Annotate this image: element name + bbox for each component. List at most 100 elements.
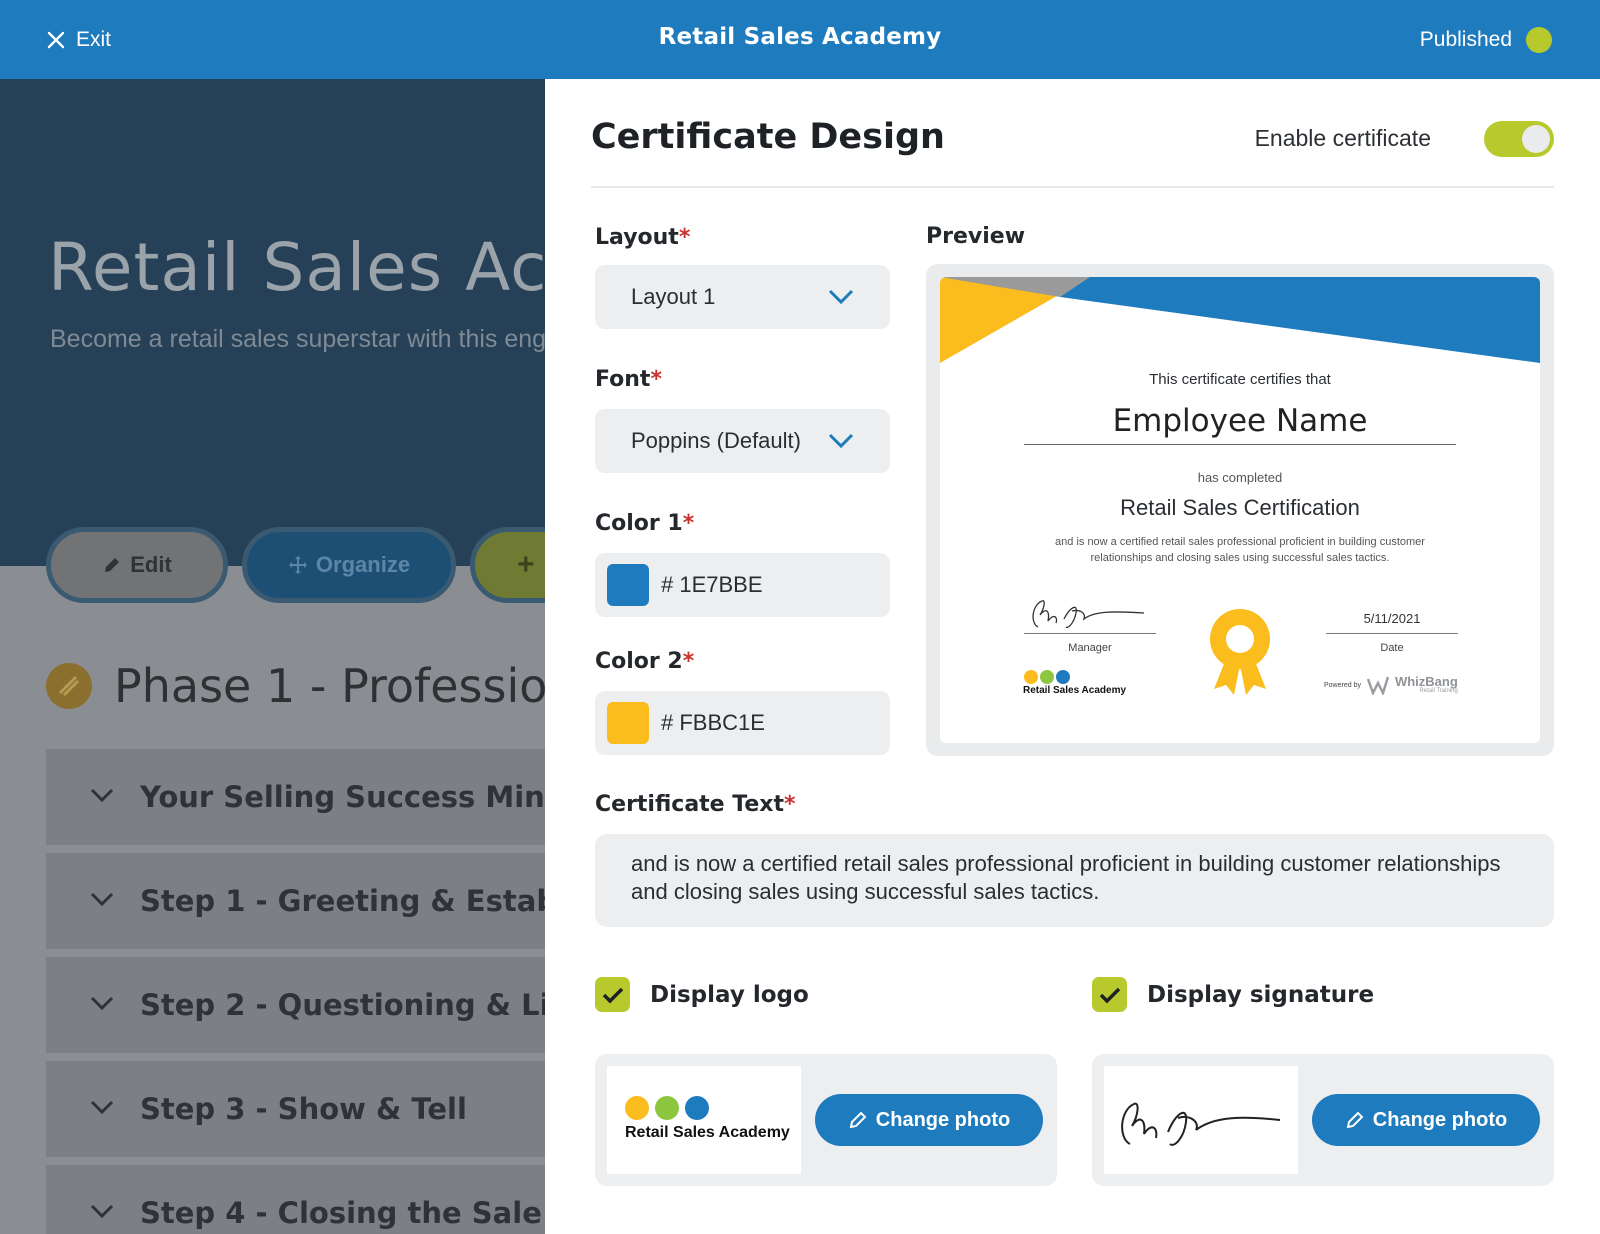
required-mark: * <box>650 367 662 392</box>
required-mark: * <box>678 225 691 250</box>
layout-select[interactable]: Layout 1 <box>595 265 890 329</box>
font-value: Poppins (Default) <box>631 428 801 453</box>
change-signature-photo-button[interactable]: Change photo <box>1312 1094 1540 1146</box>
color1-field[interactable]: # 1E7BBE <box>595 553 890 617</box>
cert-description: and is now a certified retail sales prof… <box>1055 536 1425 564</box>
cert-completed-text: has completed <box>1197 470 1283 485</box>
step-row[interactable]: Your Selling Success Mindset <box>46 749 545 845</box>
required-mark: * <box>682 511 695 536</box>
color2-value: # FBBC1E <box>661 710 765 735</box>
logo-thumbnail: Retail Sales Academy <box>607 1066 801 1174</box>
date-line <box>1326 633 1458 634</box>
top-bar: Exit Retail Sales Academy Published <box>0 0 1600 79</box>
publish-status[interactable]: Published <box>1420 27 1552 53</box>
chevron-down-icon <box>828 289 854 305</box>
organize-button[interactable]: Organize <box>242 527 456 603</box>
academy-logo-icon <box>625 1096 709 1120</box>
layout-value: Layout 1 <box>631 284 716 309</box>
step-row[interactable]: Step 2 - Questioning & Listening <box>46 957 545 1053</box>
display-signature-row: Display signature <box>1092 977 1374 1012</box>
award-ribbon-icon <box>1210 609 1270 695</box>
certificate-design-panel: Certificate Design Enable certificate La… <box>545 79 1600 1234</box>
color1-label: Color 1* <box>595 511 694 536</box>
enable-certificate-toggle[interactable] <box>1484 121 1554 157</box>
required-mark: * <box>783 792 796 817</box>
status-indicator <box>1526 27 1552 53</box>
step-row[interactable]: Step 3 - Show & Tell <box>46 1061 545 1157</box>
step-label: Your Selling Success Mindset <box>140 780 545 814</box>
enable-certificate-label: Enable certificate <box>1254 125 1431 151</box>
brand-name: WhizBang <box>1394 674 1458 689</box>
signature-thumbnail <box>1104 1066 1298 1174</box>
display-logo-row: Display logo <box>595 977 809 1012</box>
powered-by-text: Powered by <box>1324 681 1361 689</box>
certificate-preview: This certificate certifies that Employee… <box>926 264 1554 756</box>
cert-certifies-text: This certificate certifies that <box>1149 371 1331 388</box>
toggle-knob <box>1522 125 1550 153</box>
layout-label-text: Layout <box>595 225 679 250</box>
layout-label: Layout* <box>595 225 690 250</box>
chevron-down-icon <box>828 433 854 449</box>
name-underline <box>1024 444 1456 445</box>
logo-thumbnail-text: Retail Sales Academy <box>625 1124 790 1141</box>
move-icon <box>288 556 307 574</box>
display-signature-checkbox[interactable] <box>1092 977 1127 1012</box>
color2-field[interactable]: # FBBC1E <box>595 691 890 755</box>
certificate-card: This certificate certifies that Employee… <box>940 277 1540 743</box>
signature-icon <box>1032 600 1145 629</box>
powered-by: Powered by WhizBang Retail Training <box>1324 675 1458 695</box>
change-logo-photo-button[interactable]: Change photo <box>815 1094 1043 1146</box>
cert-logo-text: Retail Sales Academy <box>1023 685 1127 696</box>
color1-label-text: Color 1 <box>595 511 683 536</box>
chevron-down-icon <box>90 787 114 808</box>
add-label: + <box>517 548 535 581</box>
font-label-text: Font <box>595 367 651 392</box>
course-page-background: Retail Sales Academy Become a retail sal… <box>0 79 545 1234</box>
divider <box>591 186 1554 188</box>
course-description: Become a retail sales superstar with thi… <box>50 325 545 353</box>
chevron-down-icon <box>90 891 114 912</box>
status-label: Published <box>1419 28 1512 51</box>
app-title: Retail Sales Academy <box>658 24 942 50</box>
chevron-down-icon <box>90 1203 114 1224</box>
color2-swatch[interactable] <box>607 702 649 744</box>
cert-manager-label: Manager <box>1068 642 1112 654</box>
checkmark-icon <box>1099 987 1120 1003</box>
pencil-icon <box>849 1111 867 1129</box>
color1-value: # 1E7BBE <box>661 572 763 597</box>
preview-label: Preview <box>926 224 1026 249</box>
course-title: Retail Sales Academy <box>48 229 545 306</box>
cert-employee-name: Employee Name <box>1112 403 1368 439</box>
signature-line <box>1024 633 1156 634</box>
step-row[interactable]: Step 1 - Greeting & Establishing Rapport <box>46 853 545 949</box>
step-label: Step 1 - Greeting & Establishing Rapport <box>140 884 545 918</box>
pencil-icon <box>1346 1111 1364 1129</box>
color2-label: Color 2* <box>595 649 694 674</box>
display-signature-label: Display signature <box>1147 981 1375 1008</box>
phase-header: Phase 1 - Professional Selling Skills <box>46 659 545 713</box>
edit-button[interactable]: Edit <box>46 527 228 603</box>
step-label: Step 3 - Show & Tell <box>140 1092 467 1126</box>
certificate-text-label-text: Certificate Text <box>595 792 784 817</box>
cert-date-label: Date <box>1380 642 1404 654</box>
step-row[interactable]: Step 4 - Closing the Sale <box>46 1165 545 1234</box>
display-logo-checkbox[interactable] <box>595 977 630 1012</box>
step-label: Step 2 - Questioning & Listening <box>140 988 545 1022</box>
display-logo-label: Display logo <box>650 981 809 1008</box>
chevron-down-icon <box>90 1099 114 1120</box>
whizbang-w-icon <box>1366 676 1389 695</box>
checkmark-icon <box>602 987 623 1003</box>
edit-label: Edit <box>130 552 172 577</box>
add-button[interactable]: + <box>470 527 545 603</box>
change-photo-label: Change photo <box>1372 1108 1508 1131</box>
signature-icon <box>1121 1102 1281 1146</box>
certificate-text-input[interactable]: and is now a certified retail sales prof… <box>595 834 1554 927</box>
cert-course-name: Retail Sales Certification <box>1120 495 1360 520</box>
logo-photo-card: Retail Sales Academy Change photo <box>595 1054 1057 1186</box>
color1-swatch[interactable] <box>607 564 649 606</box>
font-select[interactable]: Poppins (Default) <box>595 409 890 473</box>
font-label: Font* <box>595 367 662 392</box>
phase-title: Phase 1 - Professional Selling Skills <box>114 659 545 713</box>
signature-photo-card: Change photo <box>1092 1054 1554 1186</box>
step-label: Step 4 - Closing the Sale <box>140 1196 542 1230</box>
